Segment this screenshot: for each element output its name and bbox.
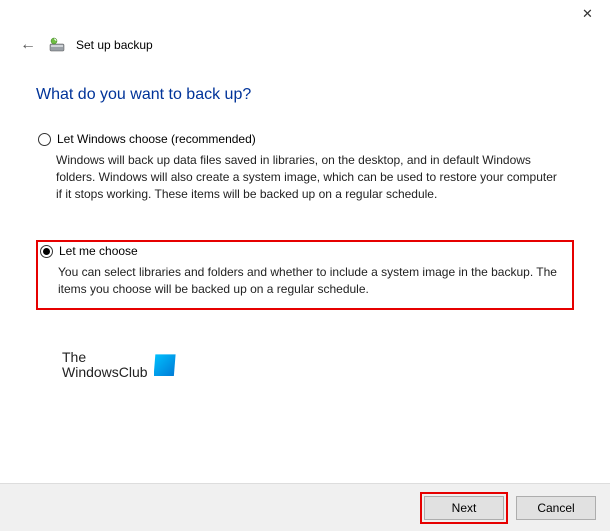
watermark: The WindowsClub bbox=[62, 350, 176, 381]
option-auto-desc: Windows will back up data files saved in… bbox=[38, 152, 568, 202]
back-arrow-icon[interactable]: ← bbox=[18, 36, 38, 54]
option-let-me-choose[interactable]: Let me choose You can select libraries a… bbox=[36, 240, 574, 310]
option-let-windows-choose[interactable]: Let Windows choose (recommended) Windows… bbox=[36, 130, 574, 212]
option-manual-label: Let me choose bbox=[59, 244, 138, 258]
option-auto-label: Let Windows choose (recommended) bbox=[57, 132, 256, 146]
windows-flag-icon bbox=[154, 354, 176, 376]
option-manual-desc: You can select libraries and folders and… bbox=[40, 264, 566, 298]
watermark-line1: The bbox=[62, 350, 148, 365]
radio-auto[interactable] bbox=[38, 133, 51, 146]
next-button-highlight: Next bbox=[420, 492, 508, 524]
titlebar: ✕ bbox=[0, 0, 610, 32]
header-row: ← Set up backup bbox=[0, 32, 610, 64]
page-heading: What do you want to back up? bbox=[36, 86, 574, 104]
close-icon[interactable]: ✕ bbox=[565, 0, 610, 28]
watermark-line2: WindowsClub bbox=[62, 365, 148, 380]
watermark-text: The WindowsClub bbox=[62, 350, 148, 381]
footer-bar: Next Cancel bbox=[0, 483, 610, 531]
radio-manual[interactable] bbox=[40, 245, 53, 258]
cancel-button[interactable]: Cancel bbox=[516, 496, 596, 520]
window-title: Set up backup bbox=[76, 38, 153, 52]
backup-drive-icon bbox=[48, 36, 66, 54]
content-area: What do you want to back up? Let Windows… bbox=[0, 64, 610, 310]
next-button[interactable]: Next bbox=[424, 496, 504, 520]
